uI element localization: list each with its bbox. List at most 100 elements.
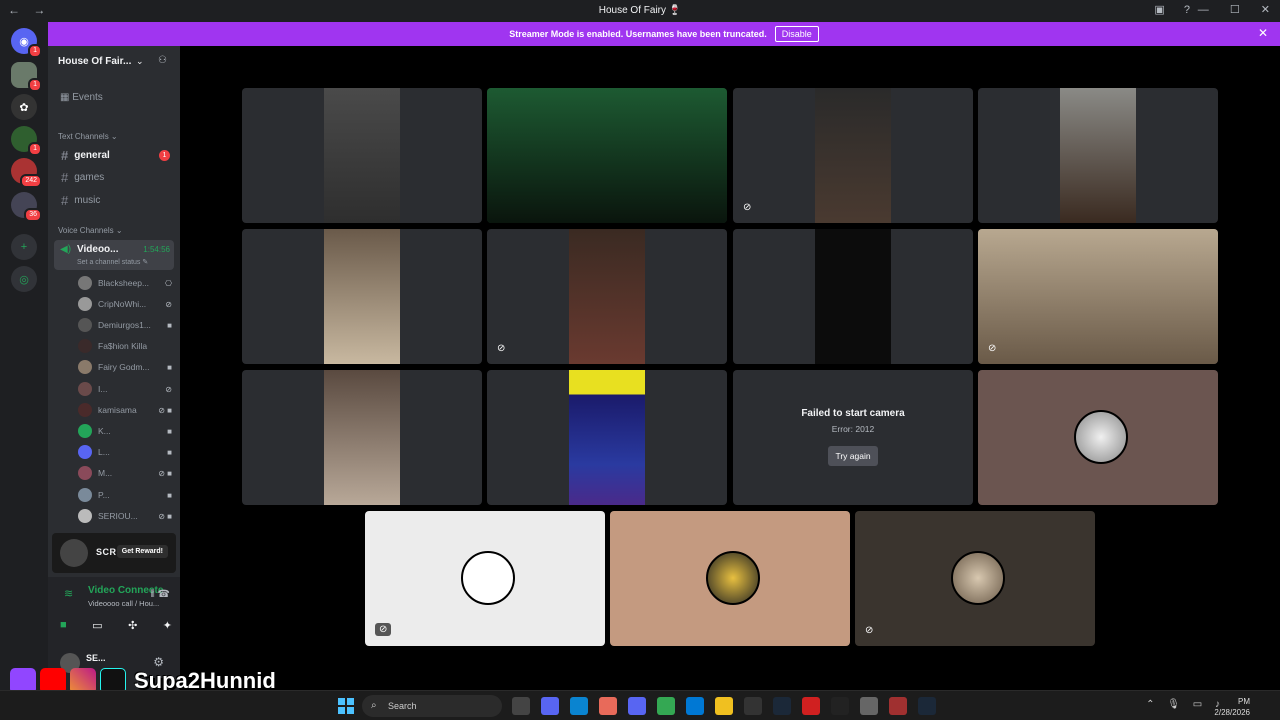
voice-member[interactable]: L... ■ bbox=[78, 443, 172, 461]
video-tile[interactable]: ⊘ bbox=[733, 88, 973, 223]
clock-time: PM bbox=[1238, 697, 1250, 706]
video-tile: Failed to start camera Error: 2012 Try a… bbox=[733, 370, 973, 505]
task-view-icon[interactable] bbox=[512, 697, 530, 715]
chevron-down-icon[interactable]: ⌄ bbox=[136, 56, 144, 67]
gear-icon[interactable]: ⚙ bbox=[153, 655, 164, 669]
server-icon[interactable]: 1 bbox=[11, 126, 42, 156]
voice-member[interactable]: SERIOU... ⊘ ■ bbox=[78, 507, 172, 525]
network-icon[interactable]: ▭ bbox=[1193, 699, 1202, 710]
microphone-icon[interactable]: 🎙 bbox=[1167, 699, 1180, 710]
video-tile[interactable] bbox=[242, 370, 482, 505]
app-icon[interactable] bbox=[744, 697, 762, 715]
avatar bbox=[78, 445, 92, 459]
discord-icon[interactable] bbox=[628, 697, 646, 715]
video-tile[interactable] bbox=[242, 88, 482, 223]
guild-name[interactable]: House Of Fair... bbox=[58, 56, 131, 67]
video-tile[interactable] bbox=[978, 370, 1218, 505]
invite-icon[interactable]: ⚇ bbox=[158, 55, 167, 66]
channel-games[interactable]: # games bbox=[58, 167, 174, 187]
voice-member[interactable]: K... ■ bbox=[78, 422, 172, 440]
get-reward-button[interactable]: Get Reward! bbox=[116, 545, 168, 558]
voice-member[interactable]: I... ⊘ bbox=[78, 380, 172, 398]
video-tile[interactable] bbox=[978, 88, 1218, 223]
steam-icon[interactable] bbox=[918, 697, 936, 715]
text-category[interactable]: Text Channels ⌄ bbox=[58, 132, 118, 141]
voice-connection-panel: ≋ Video Connecte Videoooo call / Hou... … bbox=[48, 577, 180, 647]
video-tile[interactable] bbox=[733, 229, 973, 364]
video-tile[interactable] bbox=[487, 88, 727, 223]
discover-compass-icon[interactable]: ◎ bbox=[11, 266, 37, 292]
disable-streamer-button[interactable]: Disable bbox=[774, 26, 819, 42]
video-feed bbox=[815, 88, 891, 223]
camera-error-title: Failed to start camera bbox=[801, 408, 905, 419]
muted-mic-icon: ⊘ bbox=[375, 623, 392, 636]
edge-icon[interactable] bbox=[570, 697, 588, 715]
soundboard-button[interactable]: ✦ bbox=[163, 619, 172, 632]
voice-category[interactable]: Voice Channels ⌄ bbox=[58, 226, 123, 235]
voice-member[interactable]: Fairy Godm... ■ bbox=[78, 358, 172, 376]
screen-share-button[interactable]: ▭ bbox=[92, 619, 102, 632]
inbox-icon[interactable]: ▣ bbox=[1154, 4, 1164, 16]
store-icon[interactable] bbox=[686, 697, 704, 715]
camera-button[interactable]: ■ bbox=[60, 619, 67, 632]
hash-icon: # bbox=[61, 169, 69, 185]
channel-general[interactable]: # general 1 bbox=[58, 145, 174, 165]
voice-member[interactable]: P... ■ bbox=[78, 486, 172, 504]
server-house-of-fairy[interactable]: 1 bbox=[11, 62, 42, 92]
chevron-up-icon[interactable]: ⌃ bbox=[1146, 699, 1154, 710]
server-folder[interactable]: 36 bbox=[11, 192, 42, 222]
voice-channel[interactable]: ◀) Videoo... 1:54:56 Set a channel statu… bbox=[54, 240, 174, 270]
try-again-button[interactable]: Try again bbox=[828, 446, 878, 466]
muted-mic-icon: ⊘ bbox=[865, 625, 874, 636]
close-banner-icon[interactable]: ✕ bbox=[1258, 26, 1268, 40]
activities-button[interactable]: ✣ bbox=[128, 619, 137, 632]
disconnect-icon[interactable]: ☎ bbox=[158, 589, 170, 600]
member-name: Blacksheep... bbox=[98, 278, 150, 288]
muted-camera-icons: ⊘ ■ bbox=[158, 511, 172, 521]
camera-icon: ■ bbox=[167, 362, 172, 372]
voice-member[interactable]: Fa$hion Killa bbox=[78, 337, 172, 355]
video-tile[interactable] bbox=[242, 229, 482, 364]
notion-icon[interactable] bbox=[831, 697, 849, 715]
voice-member[interactable]: kamisama ⊘ ■ bbox=[78, 401, 172, 419]
server-icon[interactable]: ✿ bbox=[11, 94, 37, 120]
channel-status[interactable]: Set a channel status ✎ bbox=[77, 258, 148, 266]
video-tile[interactable]: ⊘ bbox=[365, 511, 605, 646]
minimize-icon[interactable]: — bbox=[1198, 4, 1209, 16]
chat-icon[interactable] bbox=[541, 697, 559, 715]
voice-member[interactable]: Demiurgos1... ■ bbox=[78, 316, 172, 334]
camera-icon: ■ bbox=[167, 447, 172, 457]
chrome-icon[interactable] bbox=[657, 697, 675, 715]
signal-icon[interactable]: ≋ bbox=[64, 587, 73, 600]
video-tile[interactable]: ⊘ bbox=[855, 511, 1095, 646]
voice-member[interactable]: M... ⊘ ■ bbox=[78, 464, 172, 482]
video-tile[interactable]: ⊘ bbox=[487, 229, 727, 364]
close-window-icon[interactable]: ✕ bbox=[1261, 4, 1270, 16]
noise-suppression-icon[interactable]: ⦀ bbox=[150, 589, 154, 600]
windows-start-icon[interactable] bbox=[338, 698, 354, 714]
steam-icon[interactable] bbox=[773, 697, 791, 715]
settings-icon[interactable] bbox=[860, 697, 878, 715]
banner-text: Streamer Mode is enabled. Usernames have… bbox=[509, 29, 767, 39]
copilot-icon[interactable] bbox=[599, 697, 617, 715]
voice-member[interactable]: CripNoWhi... ⊘ bbox=[78, 295, 172, 313]
folder-icon[interactable] bbox=[715, 697, 733, 715]
video-tile[interactable]: ⊘ bbox=[978, 229, 1218, 364]
voice-member[interactable]: Blacksheep... ⎔ bbox=[78, 274, 172, 292]
home-discord-icon[interactable]: ◉ 1 bbox=[11, 28, 42, 58]
adobe-icon[interactable] bbox=[802, 697, 820, 715]
app-icon[interactable] bbox=[889, 697, 907, 715]
video-tile[interactable] bbox=[487, 370, 727, 505]
server-folder[interactable]: 242 bbox=[11, 158, 42, 188]
channel-music[interactable]: # music bbox=[58, 190, 174, 210]
promo-banner[interactable]: SCREAM Get Reward! bbox=[52, 533, 176, 573]
events-link[interactable]: ▦ Events bbox=[60, 92, 103, 103]
clock[interactable]: PM 2/28/2026 bbox=[1214, 696, 1250, 718]
add-server-icon[interactable]: + bbox=[11, 234, 37, 260]
channel-sidebar: House Of Fair... ⌄ ⚇ ▦ Events Text Chann… bbox=[48, 46, 180, 690]
avatar bbox=[706, 551, 760, 605]
camera-error-code: Error: 2012 bbox=[831, 424, 875, 434]
maximize-icon[interactable]: ☐ bbox=[1230, 4, 1240, 16]
taskbar-search[interactable]: ⌕ Search bbox=[362, 695, 502, 717]
video-tile[interactable] bbox=[610, 511, 850, 646]
